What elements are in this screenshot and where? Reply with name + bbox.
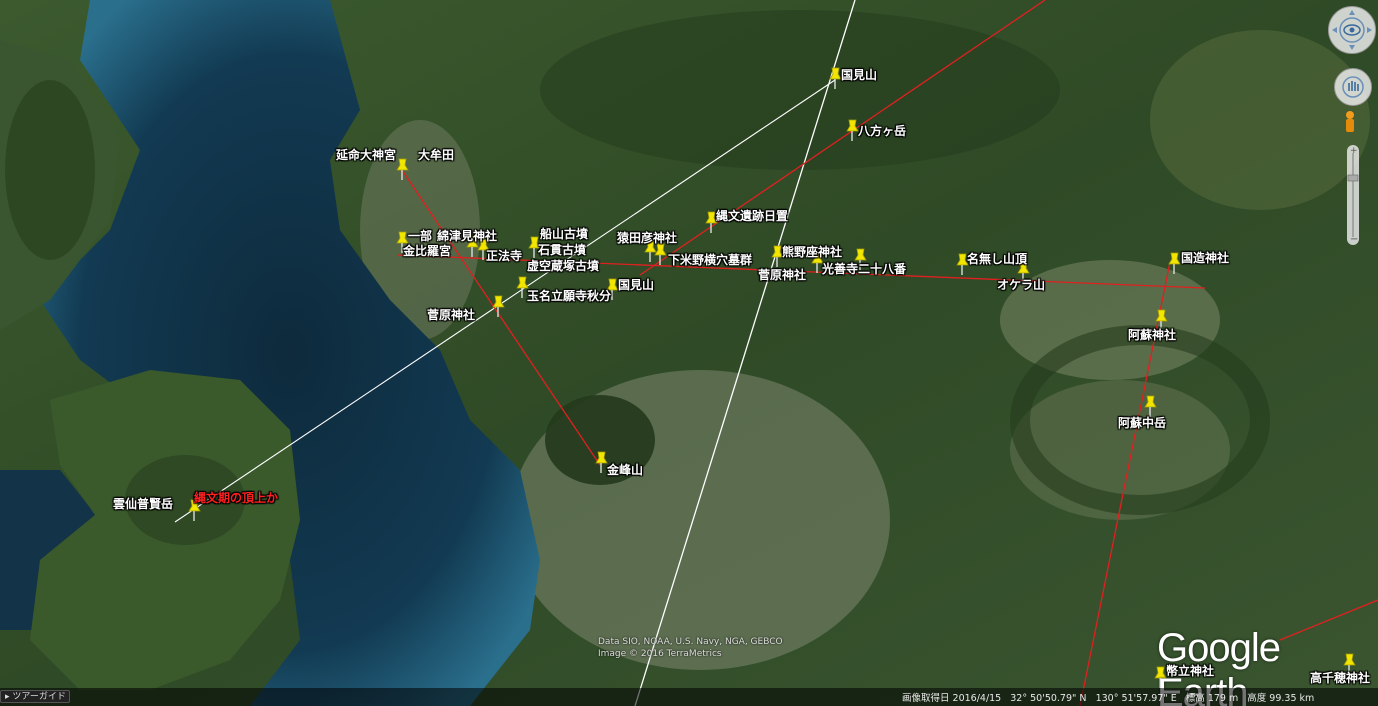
place-label-sarutahiko-jinja[interactable]: 猿田彦神社 — [617, 229, 677, 246]
place-label-jomon-summit[interactable]: 縄文期の頂上か — [194, 489, 278, 506]
map-view[interactable]: 国見山 八方ヶ岳 延命大神宮 大牟田 一部 綿津見神社 金比羅宮 正法寺 船山古… — [0, 0, 1378, 706]
place-label-shohoji[interactable]: 正法寺 — [486, 247, 522, 264]
place-label-kinpozan[interactable]: 金峰山 — [607, 461, 643, 478]
place-label-sugawara-jinja-1[interactable]: 菅原神社 — [758, 266, 806, 283]
zoom-slider-icon: + − — [1347, 146, 1358, 245]
place-label-kumanoza-jinja[interactable]: 熊野座神社 — [782, 243, 842, 260]
eye-icon — [1332, 10, 1372, 50]
tour-guide-button[interactable]: ▸ ツアーガイド — [0, 690, 70, 703]
elevation-readout: 標高 179 m — [1185, 693, 1239, 704]
imagery-attribution: Data SIO, NOAA, U.S. Navy, NGA, GEBCO Im… — [598, 636, 783, 660]
attribution-line: Data SIO, NOAA, U.S. Navy, NGA, GEBCO — [598, 637, 783, 647]
street-view-pegman-icon[interactable] — [1342, 110, 1358, 136]
svg-text:+: + — [1350, 146, 1358, 156]
place-label-kunimiyama-north[interactable]: 国見山 — [841, 66, 877, 83]
eye-altitude-readout: 高度 99.35 km — [1247, 693, 1315, 704]
place-label-konpiragu[interactable]: 金比羅宮 — [403, 242, 451, 259]
place-label-shimokumeno-yokoana[interactable]: 下米野横穴墓群 — [668, 251, 752, 268]
place-label-jomon-iseki-hioki[interactable]: 縄文遺跡日置 — [716, 207, 788, 224]
move-joystick[interactable] — [1334, 68, 1372, 106]
satellite-map[interactable] — [0, 0, 1378, 706]
hand-icon — [1342, 76, 1364, 98]
attribution-line: Image © 2016 TerraMetrics — [598, 649, 722, 659]
place-label-kokuzo-jinja[interactable]: 国造神社 — [1181, 249, 1229, 266]
place-label-ishinuki-kofun[interactable]: 石貫古墳 — [538, 241, 586, 258]
place-label-aso-nakadake[interactable]: 阿蘇中岳 — [1118, 414, 1166, 431]
zoom-slider[interactable]: + − — [1347, 145, 1359, 245]
place-label-sugawara-jinja-2[interactable]: 菅原神社 — [427, 306, 475, 323]
place-label-unzen-fugendake[interactable]: 雲仙普賢岳 — [113, 495, 173, 512]
place-label-funayama-kofun[interactable]: 船山古墳 — [540, 225, 588, 242]
place-label-kunimiyama-south[interactable]: 国見山 — [618, 276, 654, 293]
look-joystick[interactable] — [1328, 6, 1376, 54]
place-label-happogatake[interactable]: 八方ヶ岳 — [858, 122, 906, 139]
place-label-tamana-ryuganji[interactable]: 玉名立願寺秋分 — [527, 287, 611, 304]
place-label-nanashi-sancho[interactable]: 名無し山頂 — [967, 250, 1027, 267]
pushpin-icon[interactable] — [489, 294, 507, 318]
place-label-aso-jinja[interactable]: 阿蘇神社 — [1128, 326, 1176, 343]
place-label-kozenji[interactable]: 光善寺二十八番 — [822, 260, 906, 277]
place-label-omuta[interactable]: 大牟田 — [418, 146, 454, 163]
place-label-enmei-daijingu[interactable]: 延命大神宮 — [336, 146, 396, 163]
svg-text:−: − — [1350, 234, 1358, 245]
latitude-readout: 32° 50'50.79" N — [1010, 693, 1087, 704]
place-label-kokuzozuka-kofun[interactable]: 虚空蔵塚古墳 — [527, 257, 599, 274]
place-label-okera-yama[interactable]: オケラ山 — [997, 276, 1045, 293]
imagery-date: 画像取得日 2016/4/15 — [902, 693, 1002, 704]
status-readout: 画像取得日 2016/4/15 32° 50'50.79" N 130° 51'… — [902, 690, 1320, 704]
longitude-readout: 130° 51'57.97" E — [1095, 693, 1177, 704]
